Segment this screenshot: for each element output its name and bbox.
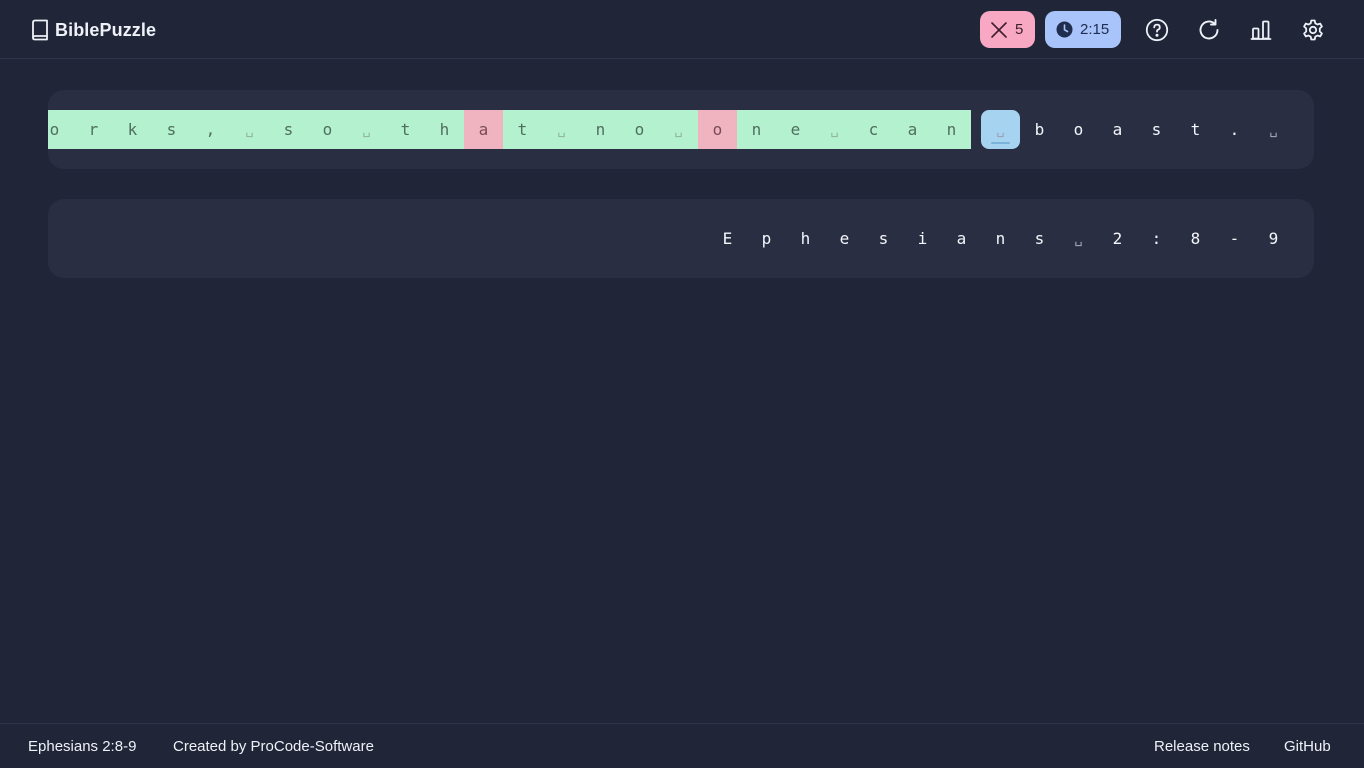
reference-character: E	[722, 229, 733, 248]
verse-character: n	[737, 110, 776, 149]
cursor-character: ␣	[981, 110, 1020, 149]
clock-icon	[1056, 21, 1073, 38]
reference-character: i	[917, 229, 928, 248]
reference-panel[interactable]: Ep h e s i a n s ␣ 2: 8 - 9	[48, 199, 1314, 278]
reference-character: s	[878, 229, 889, 248]
reference-character: e	[839, 229, 850, 248]
reference-character: ␣	[1074, 230, 1083, 247]
restart-icon[interactable]	[1197, 18, 1221, 42]
timer-value: 2:15	[1080, 21, 1110, 38]
reference-character: 9	[1268, 229, 1279, 248]
verse-character: e	[776, 110, 815, 149]
mistakes-badge: 5	[980, 11, 1035, 48]
reference-character: p	[761, 229, 772, 248]
verse-character: h	[425, 110, 464, 149]
reference-character: h	[800, 229, 811, 248]
verse-character: r	[74, 110, 113, 149]
reference-character: n	[995, 229, 1006, 248]
verse-character: o	[1073, 120, 1084, 139]
verse-character: n	[581, 110, 620, 149]
verse-character: t	[1190, 120, 1201, 139]
github-link[interactable]: GitHub	[1284, 738, 1331, 755]
verse-character: k	[113, 110, 152, 149]
verse-character: ␣	[815, 110, 854, 149]
verse-character: o	[48, 110, 74, 149]
verse-character: ,	[191, 110, 230, 149]
verse-character: .	[1229, 120, 1240, 139]
verse-character: n	[932, 110, 971, 149]
reference-character: 2	[1112, 229, 1123, 248]
verse-character: o	[698, 110, 737, 149]
verse-character: t	[386, 110, 425, 149]
verse-characters: o r k s, ␣ s o ␣ t h a t ␣ n o ␣ o n e ␣ c a n ␣ b o a s t. ␣	[48, 110, 1293, 149]
close-icon	[991, 21, 1007, 38]
verse-character: o	[620, 110, 659, 149]
verse-character: o	[308, 110, 347, 149]
app-header: BiblePuzzle 5 2:15	[0, 0, 1364, 59]
reference-character: -	[1229, 229, 1240, 248]
reference-character: s	[1034, 229, 1045, 248]
verse-character: a	[1112, 120, 1123, 139]
brand[interactable]: BiblePuzzle	[30, 18, 156, 42]
reference-character: :	[1151, 229, 1162, 248]
reference-character: 8	[1190, 229, 1201, 248]
verse-character: s	[1151, 120, 1162, 139]
verse-character: s	[269, 110, 308, 149]
release-notes-link[interactable]: Release notes	[1154, 738, 1250, 755]
verse-character: ␣	[1269, 121, 1278, 138]
timer-badge: 2:15	[1045, 11, 1121, 48]
verse-character: a	[893, 110, 932, 149]
verse-character: ␣	[347, 110, 386, 149]
footer-credit-link[interactable]: Created by ProCode-Software	[173, 738, 374, 755]
footer-reference: Ephesians 2:8-9	[28, 738, 137, 755]
cursor-gap	[971, 110, 981, 149]
verse-character: s	[152, 110, 191, 149]
verse-panel[interactable]: o r k s, ␣ s o ␣ t h a t ␣ n o ␣ o n e ␣ c a n ␣ b o a s t. ␣	[48, 90, 1314, 169]
verse-character: t	[503, 110, 542, 149]
mistake-count: 5	[1015, 21, 1024, 38]
verse-character: ␣	[230, 110, 269, 149]
settings-icon[interactable]	[1301, 18, 1325, 42]
verse-character: b	[1034, 120, 1045, 139]
reference-character: a	[956, 229, 967, 248]
reference-characters: Ep h e s i a n s ␣ 2: 8 - 9	[708, 219, 1293, 258]
verse-character: c	[854, 110, 893, 149]
app-title: BiblePuzzle	[55, 19, 157, 40]
help-icon[interactable]	[1145, 18, 1169, 42]
verse-character: ␣	[542, 110, 581, 149]
verse-character: a	[464, 110, 503, 149]
verse-character: ␣	[659, 110, 698, 149]
stats-icon[interactable]	[1249, 18, 1273, 42]
book-icon	[32, 19, 48, 41]
app-footer: Ephesians 2:8-9 Created by ProCode-Softw…	[0, 723, 1364, 768]
